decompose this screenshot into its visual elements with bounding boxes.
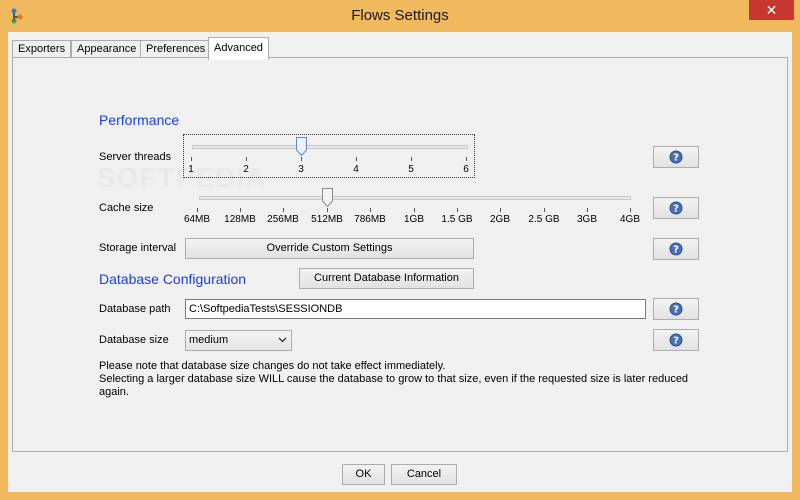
- question-circle-icon: ?: [669, 150, 683, 164]
- tick: [630, 208, 631, 212]
- tab-advanced[interactable]: Advanced: [208, 37, 269, 60]
- current-database-information-button[interactable]: Current Database Information: [299, 268, 474, 289]
- database-path-input[interactable]: C:\SoftpediaTests\SESSIONDB: [185, 299, 646, 319]
- title-bar[interactable]: Flows Settings ✕: [0, 0, 800, 32]
- tick: [197, 208, 198, 212]
- tick-label: 2GB: [489, 214, 511, 225]
- tick-label: 5: [408, 164, 414, 175]
- svg-text:?: ?: [673, 336, 679, 347]
- tick: [240, 208, 241, 212]
- database-size-note-line-3: again.: [99, 386, 129, 398]
- tick: [457, 208, 458, 212]
- window-title: Flows Settings: [351, 7, 449, 24]
- tick-label: 256MB: [267, 214, 299, 225]
- tick-label: 6: [463, 164, 469, 175]
- ok-button[interactable]: OK: [342, 464, 385, 485]
- question-circle-icon: ?: [669, 201, 683, 215]
- tick: [500, 208, 501, 212]
- svg-text:?: ?: [673, 305, 679, 316]
- dialog-client-area: Exporters Appearance Preferences Advance…: [8, 32, 792, 492]
- tick: [327, 208, 328, 212]
- tick: [191, 157, 192, 161]
- cancel-button[interactable]: Cancel: [391, 464, 457, 485]
- performance-section-title: Performance: [99, 112, 180, 128]
- question-circle-icon: ?: [669, 333, 683, 347]
- database-section-title: Database Configuration: [99, 271, 247, 287]
- database-size-note-line-1: Please note that database size changes d…: [99, 360, 446, 372]
- database-size-note-line-2: Selecting a larger database size WILL ca…: [99, 373, 689, 385]
- tick-label: 2.5 GB: [528, 214, 560, 225]
- tick: [466, 157, 467, 161]
- settings-window: Flows Settings ✕ Exporters Appearance Pr…: [0, 0, 800, 500]
- database-size-label: Database size: [99, 334, 169, 346]
- server-threads-slider[interactable]: 1 2 3 4 5 6: [183, 134, 475, 178]
- svg-text:?: ?: [673, 153, 679, 164]
- question-circle-icon: ?: [669, 302, 683, 316]
- server-threads-label: Server threads: [99, 151, 172, 163]
- tick: [411, 157, 412, 161]
- advanced-panel: SOFTPEDIA Performance Server threads 1 2…: [12, 57, 788, 452]
- tick: [370, 208, 371, 212]
- tick: [246, 157, 247, 161]
- tick-label: 128MB: [224, 214, 256, 225]
- tick-label: 1: [188, 164, 194, 175]
- tick-label: 1.5 GB: [441, 214, 473, 225]
- close-icon: ✕: [765, 2, 778, 18]
- tick-label: 2: [243, 164, 249, 175]
- tick: [587, 208, 588, 212]
- tick-label: 4: [353, 164, 359, 175]
- slider-track: [192, 145, 468, 149]
- tick: [414, 208, 415, 212]
- close-button[interactable]: ✕: [749, 0, 794, 20]
- help-button-cache-size[interactable]: ?: [653, 197, 699, 219]
- database-path-label: Database path: [99, 303, 171, 315]
- tick: [544, 208, 545, 212]
- svg-text:?: ?: [673, 245, 679, 256]
- database-size-select[interactable]: medium: [185, 330, 292, 351]
- tick-label: 3: [298, 164, 304, 175]
- cache-size-slider[interactable]: 64MB 128MB 256MB 512MB 786MB 1GB 1.5 GB …: [183, 186, 647, 230]
- help-button-storage-interval[interactable]: ?: [653, 238, 699, 260]
- slider-thumb[interactable]: [296, 137, 307, 156]
- svg-text:?: ?: [673, 204, 679, 215]
- cache-size-label: Cache size: [99, 202, 154, 214]
- tick-label: 786MB: [354, 214, 386, 225]
- tick-label: 4GB: [619, 214, 641, 225]
- question-circle-icon: ?: [669, 242, 683, 256]
- tick-label: 64MB: [183, 214, 211, 225]
- tick: [283, 208, 284, 212]
- tick-label: 1GB: [403, 214, 425, 225]
- tick-label: 3GB: [576, 214, 598, 225]
- help-button-server-threads[interactable]: ?: [653, 146, 699, 168]
- tick-label: 512MB: [311, 214, 343, 225]
- tick: [301, 157, 302, 161]
- slider-track: [199, 196, 631, 200]
- help-button-database-path[interactable]: ?: [653, 298, 699, 320]
- chevron-down-icon: [278, 337, 287, 343]
- tick: [356, 157, 357, 161]
- storage-interval-label: Storage interval: [99, 242, 177, 254]
- override-custom-settings-button[interactable]: Override Custom Settings: [185, 238, 474, 259]
- help-button-database-size[interactable]: ?: [653, 329, 699, 351]
- slider-thumb[interactable]: [322, 188, 333, 207]
- database-size-value: medium: [189, 334, 229, 346]
